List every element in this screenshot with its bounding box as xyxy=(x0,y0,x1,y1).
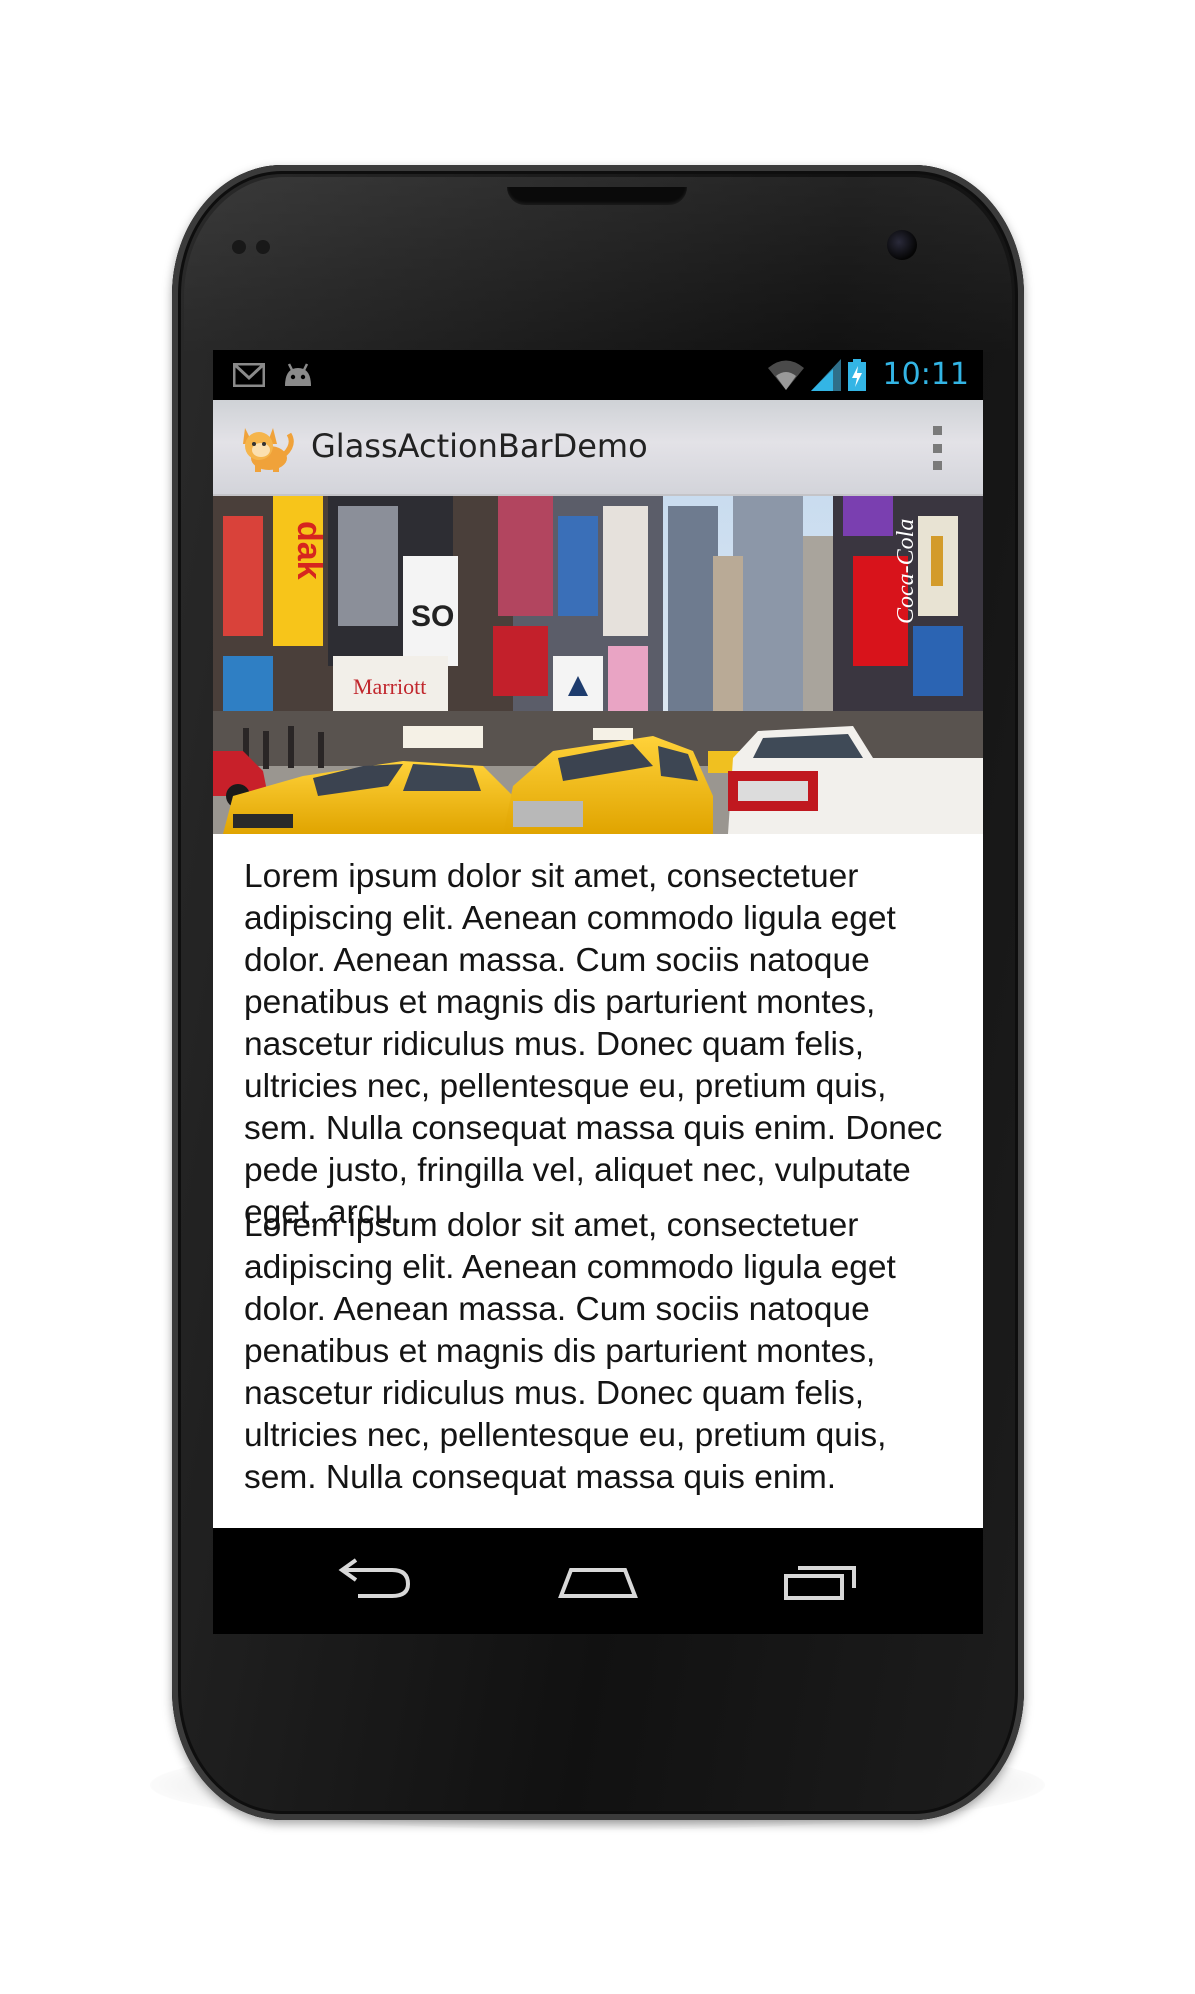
app-title: GlassActionBarDemo xyxy=(311,427,648,465)
front-camera xyxy=(887,230,917,260)
navigation-bar xyxy=(213,1528,983,1634)
device-stage: 10:11 GlassActionBarDemo dak SO Marriott… xyxy=(0,0,1195,1994)
overflow-menu-icon[interactable] xyxy=(933,426,943,470)
phone-screen: 10:11 GlassActionBarDemo dak SO Marriott… xyxy=(213,350,983,1634)
svg-text:dak: dak xyxy=(290,521,328,580)
overflow-dot xyxy=(933,426,942,435)
proximity-sensor xyxy=(232,240,246,254)
light-sensor xyxy=(256,240,270,254)
hero-image: dak SO Marriott Coca-Cola xyxy=(213,496,983,834)
battery-charging-icon xyxy=(847,359,866,391)
system-status-area: 10:11 xyxy=(767,356,969,394)
status-bar: 10:11 xyxy=(213,350,983,400)
overflow-dot xyxy=(933,443,942,453)
times-square-photo: dak SO Marriott Coca-Cola xyxy=(213,496,983,834)
gmail-icon xyxy=(233,363,265,387)
paragraph: Lorem ipsum dolor sit amet, consectetuer… xyxy=(244,858,943,1231)
android-debug-icon xyxy=(285,363,311,386)
wifi-icon xyxy=(767,360,804,390)
signal-icon xyxy=(810,359,841,391)
content-scroll-area[interactable]: Lorem ipsum dolor sit amet, consectetuer… xyxy=(213,834,983,1528)
paragraph: Lorem ipsum dolor sit amet, consectetuer… xyxy=(244,1207,896,1496)
notification-area xyxy=(233,360,315,390)
cat-app-icon[interactable] xyxy=(239,420,295,474)
action-bar: GlassActionBarDemo xyxy=(213,400,983,496)
earpiece-speaker xyxy=(507,187,687,205)
home-icon[interactable] xyxy=(553,1556,643,1606)
status-clock: 10:11 xyxy=(882,357,969,392)
back-icon[interactable] xyxy=(328,1556,418,1606)
svg-text:Coca-Cola: Coca-Cola xyxy=(893,519,919,624)
recent-apps-icon[interactable] xyxy=(778,1556,868,1606)
svg-text:Marriott: Marriott xyxy=(353,674,426,699)
svg-text:SO: SO xyxy=(411,600,454,633)
overflow-dot xyxy=(933,461,942,470)
